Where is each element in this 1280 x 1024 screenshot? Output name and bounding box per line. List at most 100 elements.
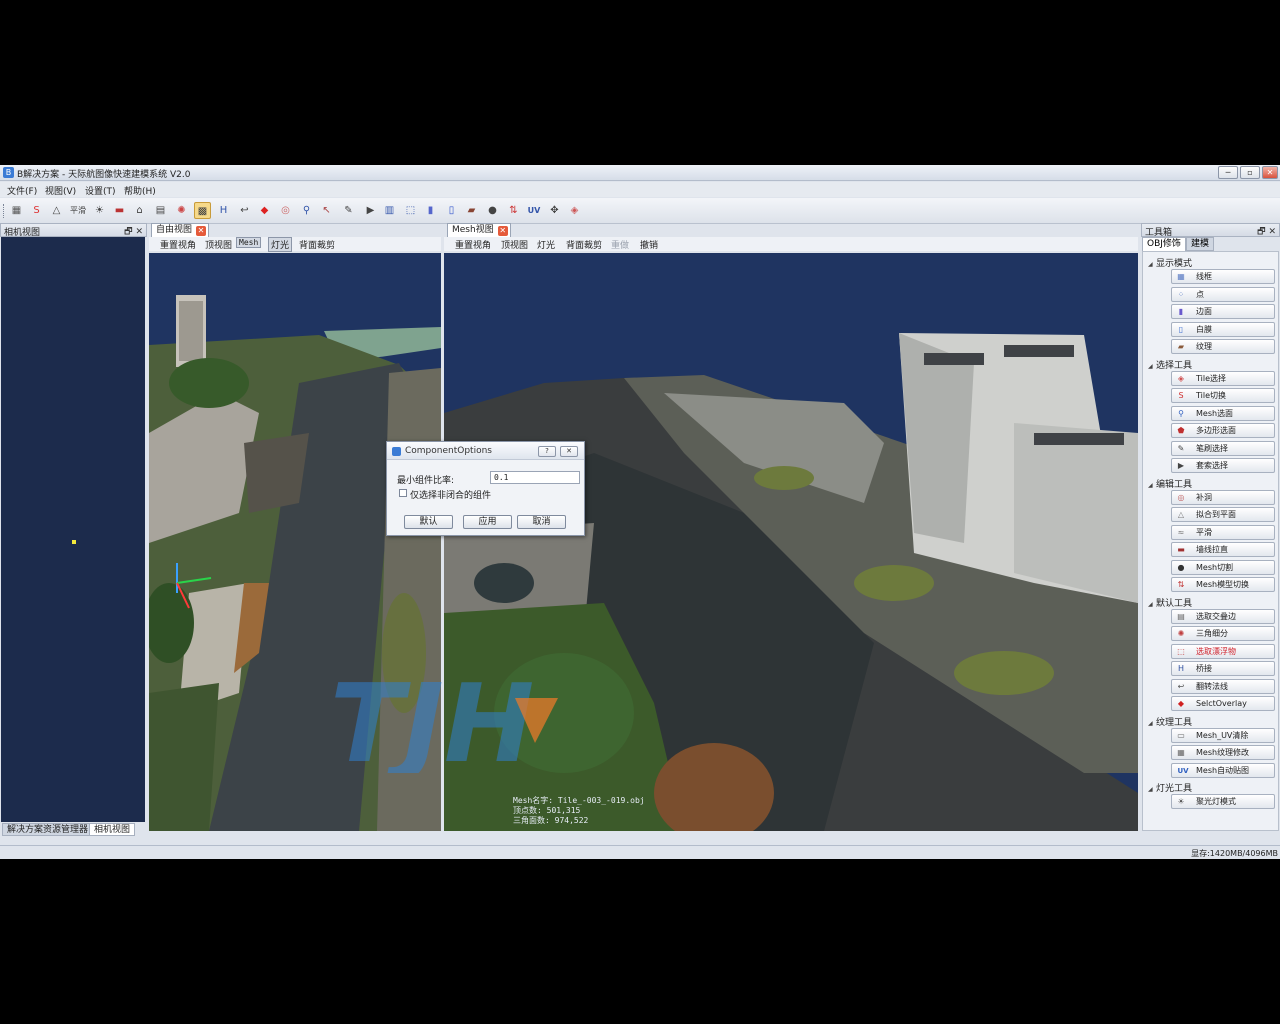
minimize-button[interactable]: ─ xyxy=(1218,166,1238,179)
undo-button[interactable]: 撤销 xyxy=(640,238,658,251)
tab-solution-explorer[interactable]: 解决方案资源管理器 xyxy=(2,823,94,836)
backface-cull-button[interactable]: 背面裁剪 xyxy=(566,238,602,251)
toolbar-grip[interactable] xyxy=(3,204,5,218)
tool-button[interactable]: S Tile切换 xyxy=(1171,388,1275,403)
smooth-button[interactable]: 平滑 xyxy=(67,202,89,219)
top-view-button[interactable]: 顶视图 xyxy=(205,238,232,251)
light-toggle[interactable]: 灯光 xyxy=(268,237,293,252)
collapse-caret-icon[interactable]: ◢ xyxy=(1148,482,1156,489)
help-button[interactable]: ? xyxy=(538,446,556,457)
toolbox-group-label[interactable]: ◢ 选择工具 xyxy=(1148,358,1192,371)
tile-switch-icon[interactable]: S xyxy=(28,202,45,219)
toolbox-group-label[interactable]: ◢ 纹理工具 xyxy=(1148,715,1192,728)
tab-modeling[interactable]: 建模 xyxy=(1186,237,1215,251)
dimension-icon[interactable]: ⇅ xyxy=(505,202,522,219)
non-closed-checkbox[interactable] xyxy=(399,489,407,497)
cancel-button[interactable]: 取消 xyxy=(517,515,566,529)
dotted-select-icon[interactable]: ⬚ xyxy=(402,202,419,219)
toolbox-group-label[interactable]: ◢ 编辑工具 xyxy=(1148,477,1192,490)
tool-button[interactable]: H 桥接 xyxy=(1171,661,1275,676)
menu-help[interactable]: 帮助(H) xyxy=(124,184,156,197)
toolbox-group-label[interactable]: ◢ 显示模式 xyxy=(1148,256,1192,269)
triangle-icon[interactable]: △ xyxy=(48,202,65,219)
tool-button[interactable]: ◆ SelctOverlay xyxy=(1171,696,1275,711)
zoom-icon[interactable]: ⚲ xyxy=(298,202,315,219)
tool-button[interactable]: ▰ 纹理 xyxy=(1171,339,1275,354)
collapse-caret-icon[interactable]: ◢ xyxy=(1148,261,1156,268)
tool-button[interactable]: ⬚ 选取漂浮物 xyxy=(1171,643,1275,659)
brush-icon[interactable]: ✎ xyxy=(340,202,357,219)
default-button[interactable]: 默认 xyxy=(404,515,453,529)
tab-free-view[interactable]: 自由视图 ✕ xyxy=(151,223,210,237)
sphere-icon[interactable]: ● xyxy=(484,202,501,219)
tool-button[interactable]: ▮ 边面 xyxy=(1171,304,1275,319)
sun-icon[interactable]: ☀ xyxy=(91,202,108,219)
diamond-icon[interactable]: ◈ xyxy=(566,202,583,219)
tab-mesh-view[interactable]: Mesh视图 ✕ xyxy=(447,223,511,237)
apply-button[interactable]: 应用 xyxy=(463,515,512,529)
edge-face-icon[interactable]: ▮ xyxy=(422,202,439,219)
tool-button[interactable]: ◈ Tile选择 xyxy=(1171,370,1275,386)
select-overlay-icon[interactable]: ◆ xyxy=(256,202,273,219)
close-icon[interactable]: ✕ xyxy=(1268,227,1276,237)
non-closed-checkbox-label[interactable]: 仅选择非闭合的组件 xyxy=(410,488,491,501)
dialog-title-bar[interactable]: ComponentOptions ? ✕ xyxy=(387,442,584,460)
tool-button[interactable]: ☀ 聚光灯模式 xyxy=(1171,794,1275,809)
tool-button[interactable]: ↩ 翻转法线 xyxy=(1171,678,1275,694)
tool-button[interactable]: ⚲ Mesh选面 xyxy=(1171,405,1275,421)
tool-button[interactable]: ▦ Mesh纹理修改 xyxy=(1171,745,1275,760)
top-view-button[interactable]: 顶视图 xyxy=(501,238,528,251)
tool-button[interactable]: ▯ 白膜 xyxy=(1171,321,1275,337)
mesh-toggle[interactable]: Mesh xyxy=(236,237,262,248)
wireframe-icon[interactable]: ▦ xyxy=(8,202,25,219)
white-model-icon[interactable]: ▯ xyxy=(443,202,460,219)
tool-button[interactable]: ◎ 补洞 xyxy=(1171,489,1275,505)
texture-icon[interactable]: ▰ xyxy=(463,202,480,219)
maximize-button[interactable]: ▫ xyxy=(1240,166,1260,179)
float-icon[interactable]: 🗗 xyxy=(1257,227,1265,237)
tool-button[interactable]: ⬟ 多边形选面 xyxy=(1171,423,1275,438)
menu-settings[interactable]: 设置(T) xyxy=(85,184,116,197)
tool-button[interactable]: ▤ 选取交叠边 xyxy=(1171,608,1275,624)
camera-viewport[interactable] xyxy=(1,237,145,822)
menu-file[interactable]: 文件(F) xyxy=(7,184,37,197)
dialog-close-button[interactable]: ✕ xyxy=(560,446,578,457)
float-icon[interactable]: 🗗 xyxy=(124,227,132,237)
tool-button[interactable]: ● Mesh切割 xyxy=(1171,559,1275,575)
pointer-icon[interactable]: ↖ xyxy=(318,202,335,219)
tool-button[interactable]: △ 拟合到平面 xyxy=(1171,507,1275,522)
collapse-caret-icon[interactable]: ◢ xyxy=(1148,720,1156,727)
redo-button[interactable]: 重做 xyxy=(611,238,629,251)
layers-icon[interactable]: ▥ xyxy=(381,202,398,219)
move-icon[interactable]: ✥ xyxy=(546,202,563,219)
tool-button[interactable]: ▦ 线框 xyxy=(1171,269,1275,284)
toolbox-group-label[interactable]: ◢ 灯光工具 xyxy=(1148,781,1192,794)
bridge-icon[interactable]: H xyxy=(215,202,232,219)
tool-button[interactable]: ≈ 平滑 xyxy=(1171,524,1275,540)
close-icon[interactable]: ✕ xyxy=(135,227,143,237)
tool-button[interactable]: UV Mesh自动贴图 xyxy=(1171,762,1275,778)
lasso-icon[interactable]: ▶ xyxy=(362,202,379,219)
uv-button[interactable]: UV xyxy=(523,202,545,219)
tool-button[interactable]: ✎ 笔刷选择 xyxy=(1171,440,1275,456)
tab-obj-decoration[interactable]: OBJ修饰 xyxy=(1142,237,1186,251)
tool-button[interactable]: ✺ 三角细分 xyxy=(1171,626,1275,641)
tool-button[interactable]: ⇅ Mesh模型切换 xyxy=(1171,577,1275,592)
collapse-caret-icon[interactable]: ◢ xyxy=(1148,363,1156,370)
min-ratio-input[interactable]: 0.1 xyxy=(490,471,580,484)
light-button[interactable]: 灯光 xyxy=(537,238,555,251)
menu-view[interactable]: 视图(V) xyxy=(45,184,76,197)
camera-marker[interactable] xyxy=(72,540,76,544)
cut-icon[interactable]: ▬ xyxy=(111,202,128,219)
close-icon[interactable]: ✕ xyxy=(196,226,207,236)
close-icon[interactable]: ✕ xyxy=(497,226,508,236)
tab-camera-view[interactable]: 相机视图 xyxy=(89,823,136,836)
mesh-select-icon[interactable]: ▩ xyxy=(194,202,211,219)
stairs-icon[interactable]: ⌂ xyxy=(131,202,148,219)
subdivide-icon[interactable]: ✺ xyxy=(173,202,190,219)
flip-normal-icon[interactable]: ↩ xyxy=(236,202,253,219)
tool-button[interactable]: ▭ Mesh_UV清除 xyxy=(1171,727,1275,743)
backface-cull-button[interactable]: 背面裁剪 xyxy=(299,238,335,251)
tool-button[interactable]: ▬ 墙线拉直 xyxy=(1171,542,1275,557)
reset-view-button[interactable]: 重置视角 xyxy=(160,238,196,251)
